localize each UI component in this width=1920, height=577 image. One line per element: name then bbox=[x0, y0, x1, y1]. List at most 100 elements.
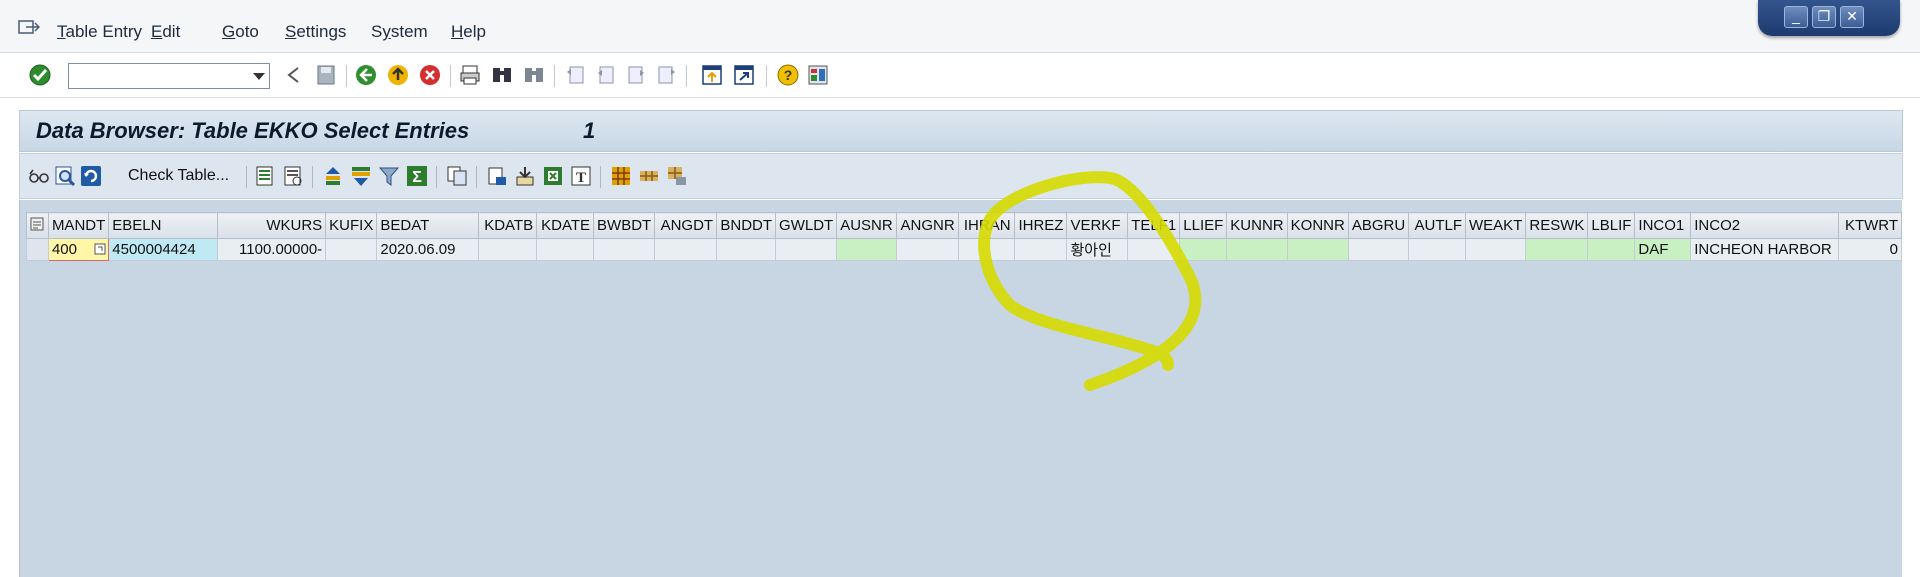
column-header-bedat[interactable]: BEDAT bbox=[376, 212, 480, 239]
value-help-icon[interactable] bbox=[94, 242, 106, 256]
cell-autlf[interactable] bbox=[1408, 238, 1467, 261]
cell-konnr[interactable] bbox=[1286, 238, 1349, 261]
cell-lblif[interactable] bbox=[1587, 238, 1636, 261]
column-header-lblif[interactable]: LBLIF bbox=[1587, 212, 1636, 239]
cell-llief[interactable] bbox=[1179, 238, 1228, 261]
find-icon[interactable] bbox=[490, 63, 514, 87]
row-selector[interactable] bbox=[26, 238, 49, 261]
column-header-reswk[interactable]: RESWK bbox=[1525, 212, 1589, 239]
chevron-down-icon[interactable] bbox=[253, 73, 265, 80]
next-page-icon[interactable] bbox=[624, 63, 648, 87]
column-header-angdt[interactable]: ANGDT bbox=[654, 212, 718, 239]
cell-angdt[interactable] bbox=[654, 238, 718, 261]
sort-ascending-icon[interactable] bbox=[322, 165, 344, 187]
column-header-kunnr[interactable]: KUNNR bbox=[1226, 212, 1288, 239]
cell-bwbdt[interactable] bbox=[593, 238, 656, 261]
cell-bedat[interactable]: 2020.06.09 bbox=[376, 238, 480, 261]
cell-kunnr[interactable] bbox=[1226, 238, 1288, 261]
column-header-llief[interactable]: LLIEF bbox=[1179, 212, 1228, 239]
help-icon[interactable]: ? bbox=[776, 63, 800, 87]
glasses-display-icon[interactable] bbox=[28, 165, 50, 187]
cell-inco1[interactable]: DAF bbox=[1634, 238, 1692, 261]
menu-exit-icon[interactable] bbox=[18, 20, 40, 36]
cell-bnddt[interactable] bbox=[716, 238, 777, 261]
column-header-bnddt[interactable]: BNDDT bbox=[716, 212, 777, 239]
column-header-konnr[interactable]: KONNR bbox=[1286, 212, 1349, 239]
column-header-ktwrt[interactable]: KTWRT bbox=[1838, 212, 1902, 239]
filter-icon[interactable] bbox=[378, 165, 400, 187]
sum-icon[interactable]: Σ bbox=[406, 165, 428, 187]
save-layout-icon[interactable] bbox=[666, 165, 688, 187]
column-header-wkurs[interactable]: WKURS bbox=[217, 212, 327, 239]
cell-reswk[interactable] bbox=[1525, 238, 1589, 261]
cell-ausnr[interactable] bbox=[836, 238, 897, 261]
print-icon[interactable] bbox=[458, 63, 482, 87]
choose-layout-icon[interactable] bbox=[638, 165, 660, 187]
details-icon[interactable] bbox=[254, 165, 276, 187]
cell-weakt[interactable] bbox=[1465, 238, 1527, 261]
last-page-icon[interactable] bbox=[654, 63, 678, 87]
column-header-ihran[interactable]: IHRAN bbox=[957, 212, 1015, 239]
column-header-bwbdt[interactable]: BWBDT bbox=[593, 212, 656, 239]
layout-menu-icon[interactable] bbox=[806, 63, 830, 87]
column-header-ausnr[interactable]: AUSNR bbox=[836, 212, 897, 239]
back-arrow-icon[interactable] bbox=[282, 63, 306, 87]
column-header-verkf[interactable]: VERKF bbox=[1066, 212, 1129, 239]
cell-gwldt[interactable] bbox=[775, 238, 838, 261]
exit-icon[interactable] bbox=[386, 63, 410, 87]
back-icon[interactable] bbox=[354, 63, 378, 87]
cancel-icon[interactable] bbox=[418, 63, 442, 87]
column-header-weakt[interactable]: WEAKT bbox=[1465, 212, 1527, 239]
cell-ktwrt[interactable]: 0 bbox=[1838, 238, 1902, 261]
column-header-inco1[interactable]: INCO1 bbox=[1634, 212, 1692, 239]
menu-system[interactable]: System bbox=[371, 22, 428, 42]
cell-inco2[interactable]: INCHEON HARBOR bbox=[1690, 238, 1840, 261]
cell-ebeln[interactable]: 4500004424 bbox=[108, 238, 219, 261]
command-field[interactable] bbox=[68, 63, 270, 89]
enter-check-icon[interactable] bbox=[28, 63, 52, 87]
menu-settings[interactable]: Settings bbox=[285, 22, 346, 42]
menu-table-entry[interactable]: Table Entry bbox=[57, 22, 142, 42]
download-icon[interactable] bbox=[514, 165, 536, 187]
column-header-telf1[interactable]: TELF1 bbox=[1127, 212, 1181, 239]
previous-page-icon[interactable] bbox=[594, 63, 618, 87]
column-header-kdate[interactable]: KDATE bbox=[536, 212, 595, 239]
select-all-cell[interactable] bbox=[26, 212, 49, 239]
restore-button[interactable]: ❐ bbox=[1812, 6, 1836, 28]
column-header-ihrez[interactable]: IHREZ bbox=[1013, 212, 1068, 239]
column-header-kufix[interactable]: KUFIX bbox=[325, 212, 378, 239]
cell-telf1[interactable] bbox=[1127, 238, 1181, 261]
sort-descending-icon[interactable] bbox=[350, 165, 372, 187]
column-header-kdatb[interactable]: KDATB bbox=[478, 212, 538, 239]
find-next-icon[interactable] bbox=[522, 63, 546, 87]
export-icon[interactable] bbox=[486, 165, 508, 187]
cell-angnr[interactable] bbox=[895, 238, 959, 261]
menu-edit[interactable]: Edit bbox=[151, 22, 180, 42]
menu-goto[interactable]: Goto bbox=[222, 22, 259, 42]
close-button[interactable]: ✕ bbox=[1840, 6, 1864, 28]
column-header-angnr[interactable]: ANGNR bbox=[895, 212, 959, 239]
print-preview-icon[interactable] bbox=[282, 165, 304, 187]
column-header-gwldt[interactable]: GWLDT bbox=[775, 212, 838, 239]
copy-icon[interactable] bbox=[446, 165, 468, 187]
search-detail-icon[interactable] bbox=[54, 165, 76, 187]
table-row[interactable]: 400 4500004424 1100.00000- 2020.06.09 황아인 DAF… bbox=[26, 238, 1902, 261]
check-table-button[interactable]: Check Table... bbox=[128, 167, 229, 185]
column-header-ebeln[interactable]: EBELN bbox=[108, 212, 219, 239]
cell-ihrez[interactable] bbox=[1013, 238, 1068, 261]
change-layout-icon[interactable] bbox=[610, 165, 632, 187]
cell-kdate[interactable] bbox=[536, 238, 595, 261]
cell-kufix[interactable] bbox=[325, 238, 378, 261]
first-page-icon[interactable] bbox=[564, 63, 588, 87]
minimize-button[interactable]: _ bbox=[1784, 6, 1808, 28]
column-header-abgru[interactable]: ABGRU bbox=[1347, 212, 1410, 239]
shortcut-icon[interactable] bbox=[732, 63, 756, 87]
menu-help[interactable]: Help bbox=[451, 22, 486, 42]
column-header-mandt[interactable]: MANDT bbox=[47, 212, 110, 239]
cell-mandt[interactable]: 400 bbox=[47, 238, 110, 261]
cell-ihran[interactable] bbox=[957, 238, 1015, 261]
column-header-inco2[interactable]: INCO2 bbox=[1690, 212, 1840, 239]
cell-abgru[interactable] bbox=[1347, 238, 1410, 261]
cell-verkf[interactable]: 황아인 bbox=[1066, 238, 1129, 261]
word-processing-icon[interactable]: T bbox=[570, 165, 592, 187]
